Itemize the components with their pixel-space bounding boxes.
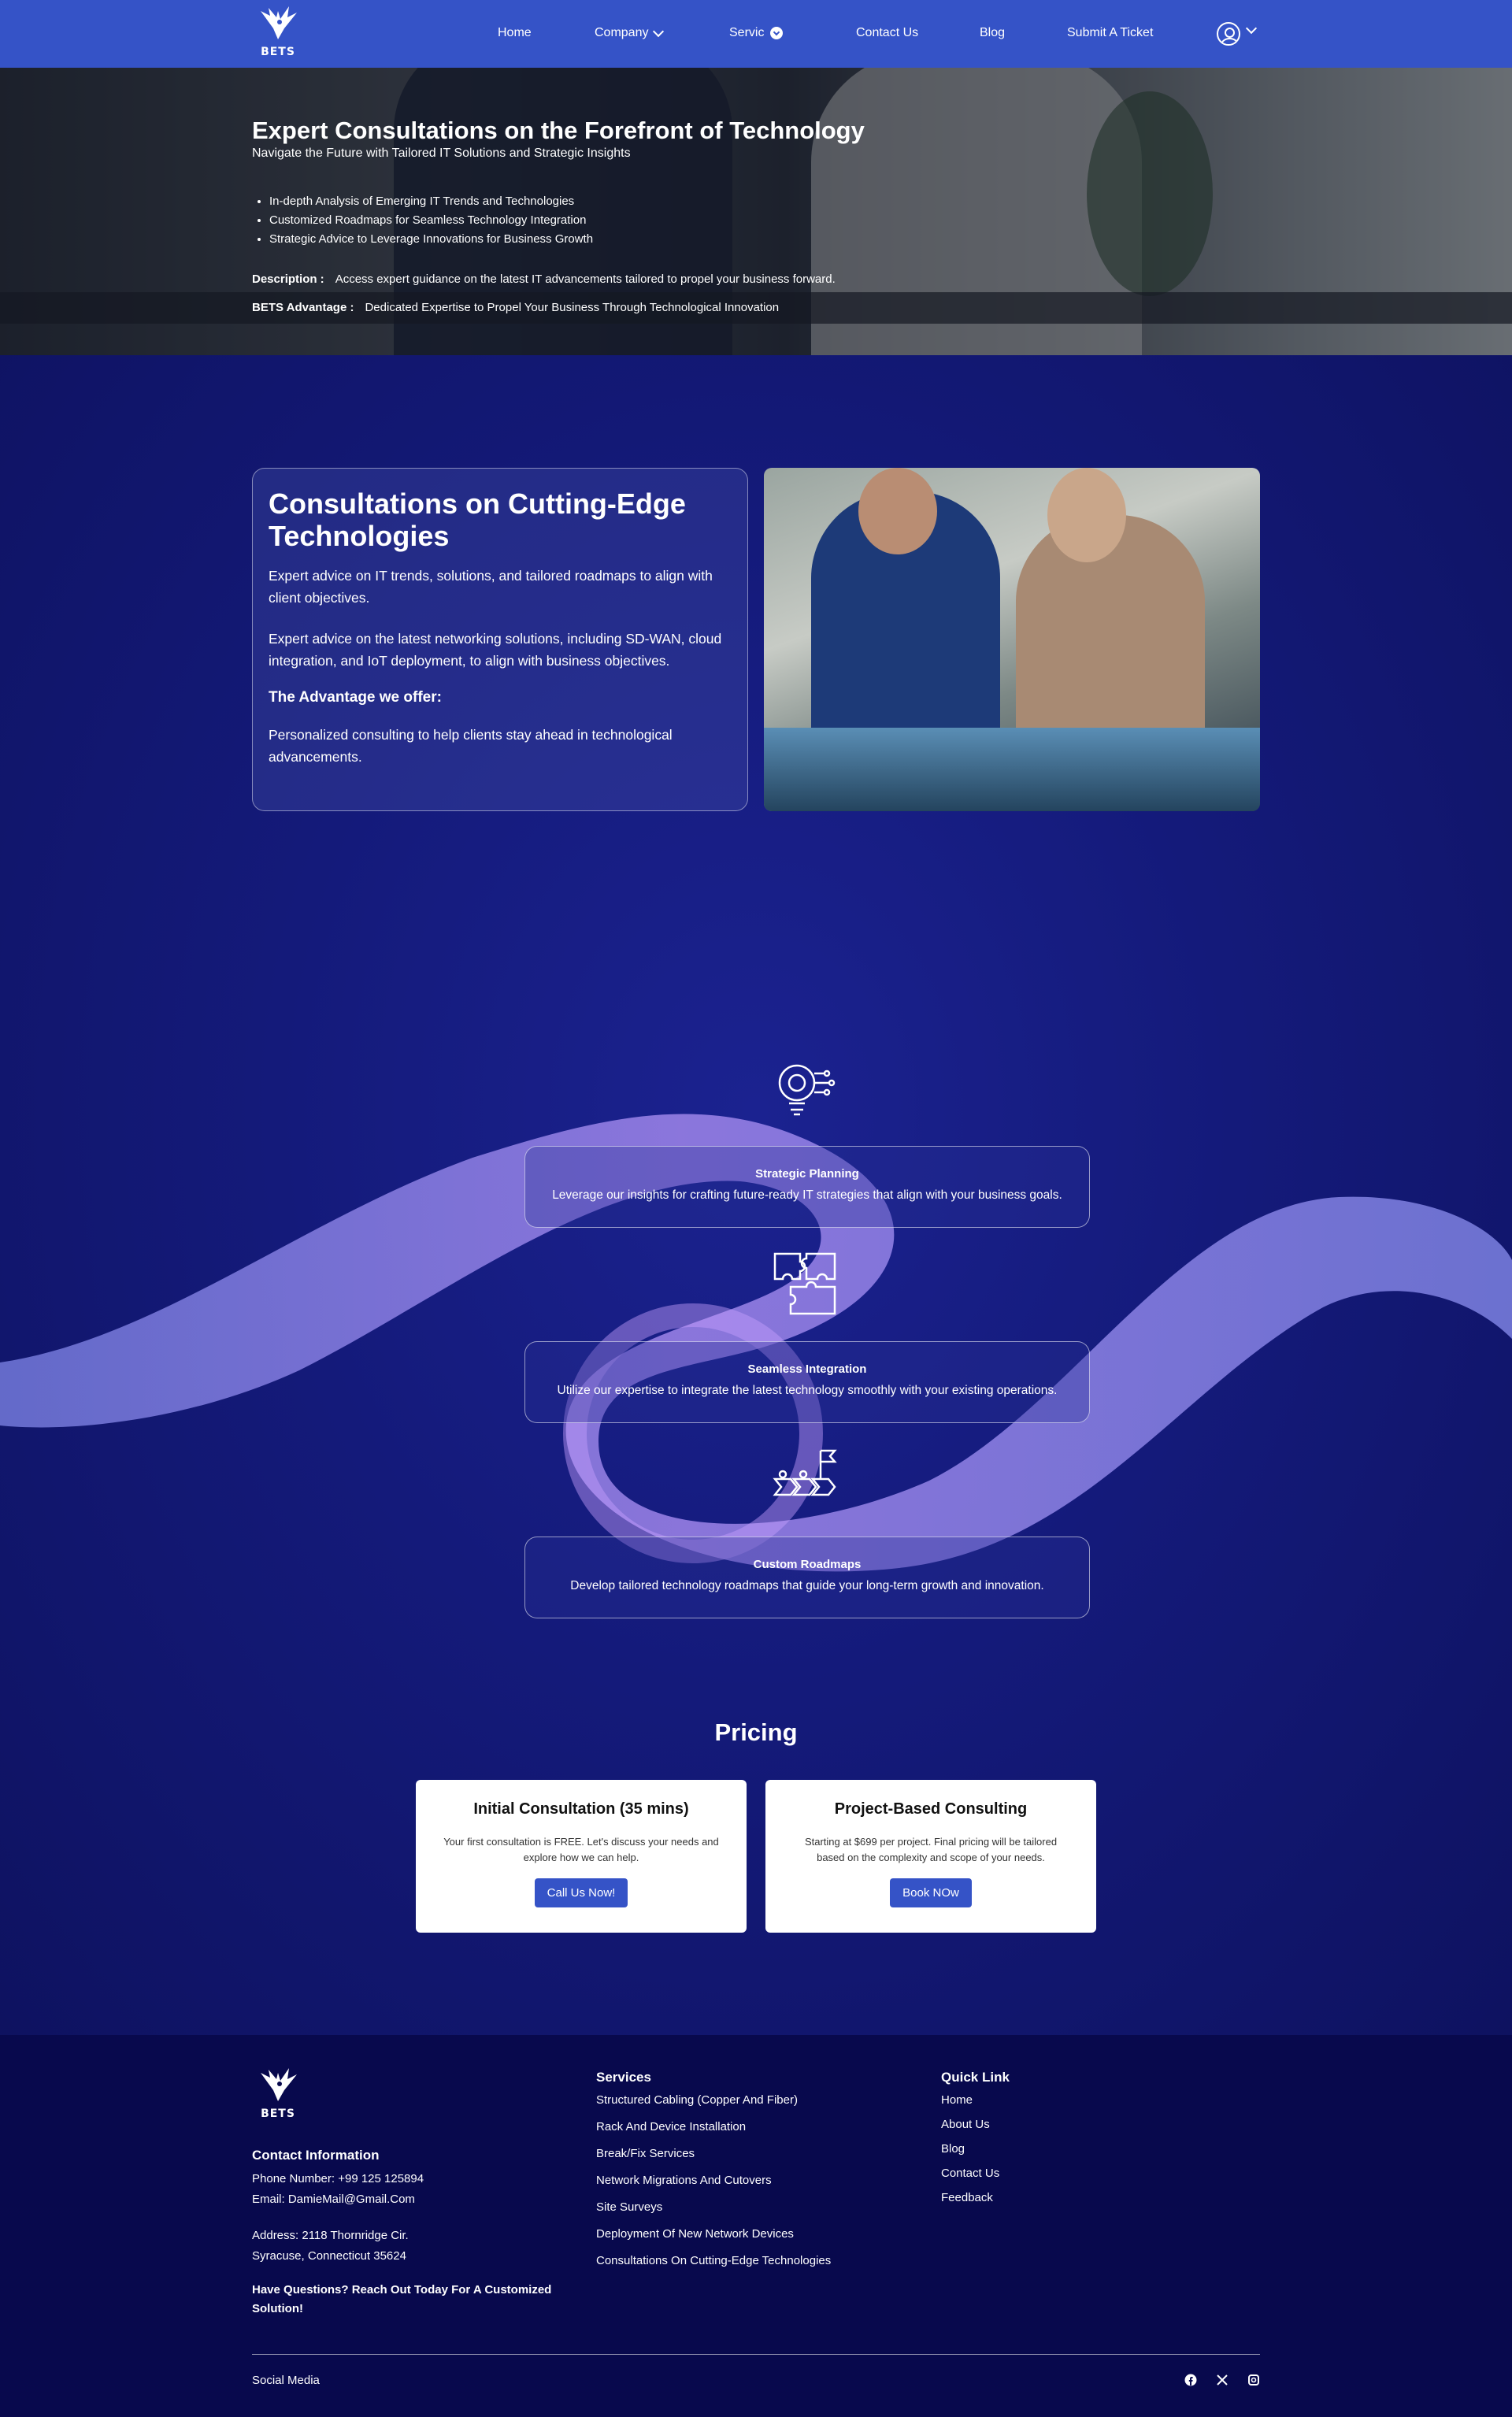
price-card-desc: Your first consultation is FREE. Let's d… <box>443 1836 719 1863</box>
service-link[interactable]: Network Migrations And Cutovers <box>596 2174 831 2187</box>
hero-description: Description : Access expert guidance on t… <box>252 272 836 286</box>
contact-address: Syracuse, Connecticut 35624 <box>252 2249 406 2263</box>
hero-bullet: In-depth Analysis of Emerging IT Trends … <box>269 192 593 211</box>
nav-blog[interactable]: Blog <box>980 26 1005 40</box>
price-card-project-based: Project-Based Consulting Starting at $69… <box>765 1780 1096 1933</box>
chevron-down-icon <box>653 25 665 37</box>
quick-links-title: Quick Link <box>941 2070 1010 2085</box>
brand-logo[interactable]: BETS <box>252 5 304 63</box>
pricing-title: Pricing <box>714 1718 798 1746</box>
hero-subtitle: Navigate the Future with Tailored IT Sol… <box>252 146 631 160</box>
service-link[interactable]: Consultations On Cutting-Edge Technologi… <box>596 2254 831 2267</box>
book-now-button[interactable]: Book NOw <box>890 1878 972 1907</box>
price-card-desc: Starting at $699 per project. Final pric… <box>804 1836 1058 1863</box>
consult-photo <box>764 468 1260 811</box>
feature-title: Custom Roadmaps <box>753 1558 862 1571</box>
hero-bullet-list: In-depth Analysis of Emerging IT Trends … <box>269 192 593 249</box>
eagle-icon <box>261 6 297 39</box>
feature-desc: Leverage our insights for crafting futur… <box>552 1188 1062 1202</box>
roadmap-flag-icon <box>773 1449 837 1496</box>
contact-address: Address: 2118 Thornridge Cir. <box>252 2229 409 2242</box>
footer-divider <box>252 2354 1260 2355</box>
consult-paragraph: Expert advice on the latest networking s… <box>269 631 722 669</box>
footer-logo[interactable]: BETS <box>252 2067 304 2125</box>
footer: BETS Contact Information Phone Number: +… <box>0 2035 1512 2417</box>
call-us-button[interactable]: Call Us Now! <box>534 1878 628 1907</box>
feature-title: Strategic Planning <box>755 1167 859 1181</box>
feature-card-strategic-planning: Strategic Planning Leverage our insights… <box>524 1146 1090 1228</box>
footer-services: Services Structured Cabling (Copper And … <box>596 2070 831 2281</box>
x-twitter-icon[interactable] <box>1216 2374 1228 2386</box>
nav-services-label: Servic <box>729 26 765 39</box>
nav-company[interactable]: Company <box>595 25 665 40</box>
service-link[interactable]: Deployment Of New Network Devices <box>596 2227 831 2241</box>
hero-bullet: Customized Roadmaps for Seamless Technol… <box>269 211 593 230</box>
quick-link[interactable]: Contact Us <box>941 2167 1010 2180</box>
nav-ticket-label: Submit A Ticket <box>1067 26 1154 39</box>
chevron-down-icon[interactable] <box>1245 22 1258 35</box>
nav-company-label: Company <box>595 26 649 39</box>
nav-home-label: Home <box>498 26 532 39</box>
quick-link[interactable]: Blog <box>941 2142 1010 2156</box>
contact-email[interactable]: Email: DamieMail@Gmail.Com <box>252 2189 583 2210</box>
description-label: Description : <box>252 272 324 286</box>
social-media-label: Social Media <box>252 2374 320 2387</box>
user-account-icon[interactable] <box>1217 22 1240 46</box>
service-link[interactable]: Site Surveys <box>596 2200 831 2214</box>
puzzle-icon <box>773 1252 836 1315</box>
eagle-icon <box>261 2068 297 2101</box>
nav-home[interactable]: Home <box>498 26 532 40</box>
description-text: Access expert guidance on the latest IT … <box>335 272 836 286</box>
service-link[interactable]: Rack And Device Installation <box>596 2120 831 2133</box>
hero-title: Expert Consultations on the Forefront of… <box>252 117 865 144</box>
quick-link[interactable]: About Us <box>941 2118 1010 2131</box>
nav-blog-label: Blog <box>980 26 1006 39</box>
hero-bullet: Strategic Advice to Leverage Innovations… <box>269 230 593 249</box>
price-card-initial-consultation: Initial Consultation (35 mins) Your firs… <box>416 1780 747 1933</box>
gear-bulb-icon <box>778 1064 836 1116</box>
service-link[interactable]: Break/Fix Services <box>596 2147 831 2160</box>
feature-card-custom-roadmaps: Custom Roadmaps Develop tailored technol… <box>524 1537 1090 1618</box>
advantage-text: Dedicated Expertise to Propel Your Busin… <box>365 301 780 314</box>
instagram-icon[interactable] <box>1247 2374 1260 2386</box>
consult-advantage-title: The Advantage we offer: <box>269 689 442 706</box>
service-link[interactable]: Structured Cabling (Copper And Fiber) <box>596 2093 831 2107</box>
consult-paragraph: Expert advice on IT trends, solutions, a… <box>269 568 713 606</box>
footer-contact: Contact Information Phone Number: +99 12… <box>252 2145 583 2319</box>
footer-quick-links: Quick Link Home About Us Blog Contact Us… <box>941 2070 1010 2215</box>
nav-contact-us[interactable]: Contact Us <box>856 26 918 40</box>
advantage-label: BETS Advantage : <box>252 301 354 314</box>
nav-services[interactable]: Servic <box>729 26 784 40</box>
consult-title: Consultations on Cutting-Edge Technologi… <box>269 487 686 552</box>
brand-name: BETS <box>261 46 295 58</box>
chevron-down-icon <box>770 27 784 39</box>
services-title: Services <box>596 2070 651 2085</box>
contact-cta: Have Questions? Reach Out Today For A Cu… <box>252 2283 552 2315</box>
top-navbar: BETS Home Company Servic Contact Us Blog… <box>0 0 1512 68</box>
feature-card-seamless-integration: Seamless Integration Utilize our experti… <box>524 1341 1090 1423</box>
contact-title: Contact Information <box>252 2148 380 2163</box>
nav-contact-label: Contact Us <box>856 26 919 39</box>
hero-advantage: BETS Advantage : Dedicated Expertise to P… <box>252 301 779 314</box>
feature-desc: Develop tailored technology roadmaps tha… <box>570 1579 1044 1592</box>
brand-name: BETS <box>261 2107 295 2120</box>
price-card-title: Project-Based Consulting <box>834 1800 1028 1818</box>
quick-link[interactable]: Home <box>941 2093 1010 2107</box>
facebook-icon[interactable] <box>1184 2374 1197 2386</box>
nav-submit-ticket[interactable]: Submit A Ticket <box>1067 26 1153 40</box>
feature-desc: Utilize our expertise to integrate the l… <box>557 1384 1058 1397</box>
hero-banner: Expert Consultations on the Forefront of… <box>0 68 1512 355</box>
feature-title: Seamless Integration <box>747 1362 867 1376</box>
quick-link[interactable]: Feedback <box>941 2191 1010 2204</box>
consult-advantage-text: Personalized consulting to help clients … <box>269 727 673 765</box>
consult-card: Consultations on Cutting-Edge Technologi… <box>252 468 748 811</box>
contact-phone[interactable]: Phone Number: +99 125 125894 <box>252 2169 583 2189</box>
price-card-title: Initial Consultation (35 mins) <box>473 1800 689 1818</box>
